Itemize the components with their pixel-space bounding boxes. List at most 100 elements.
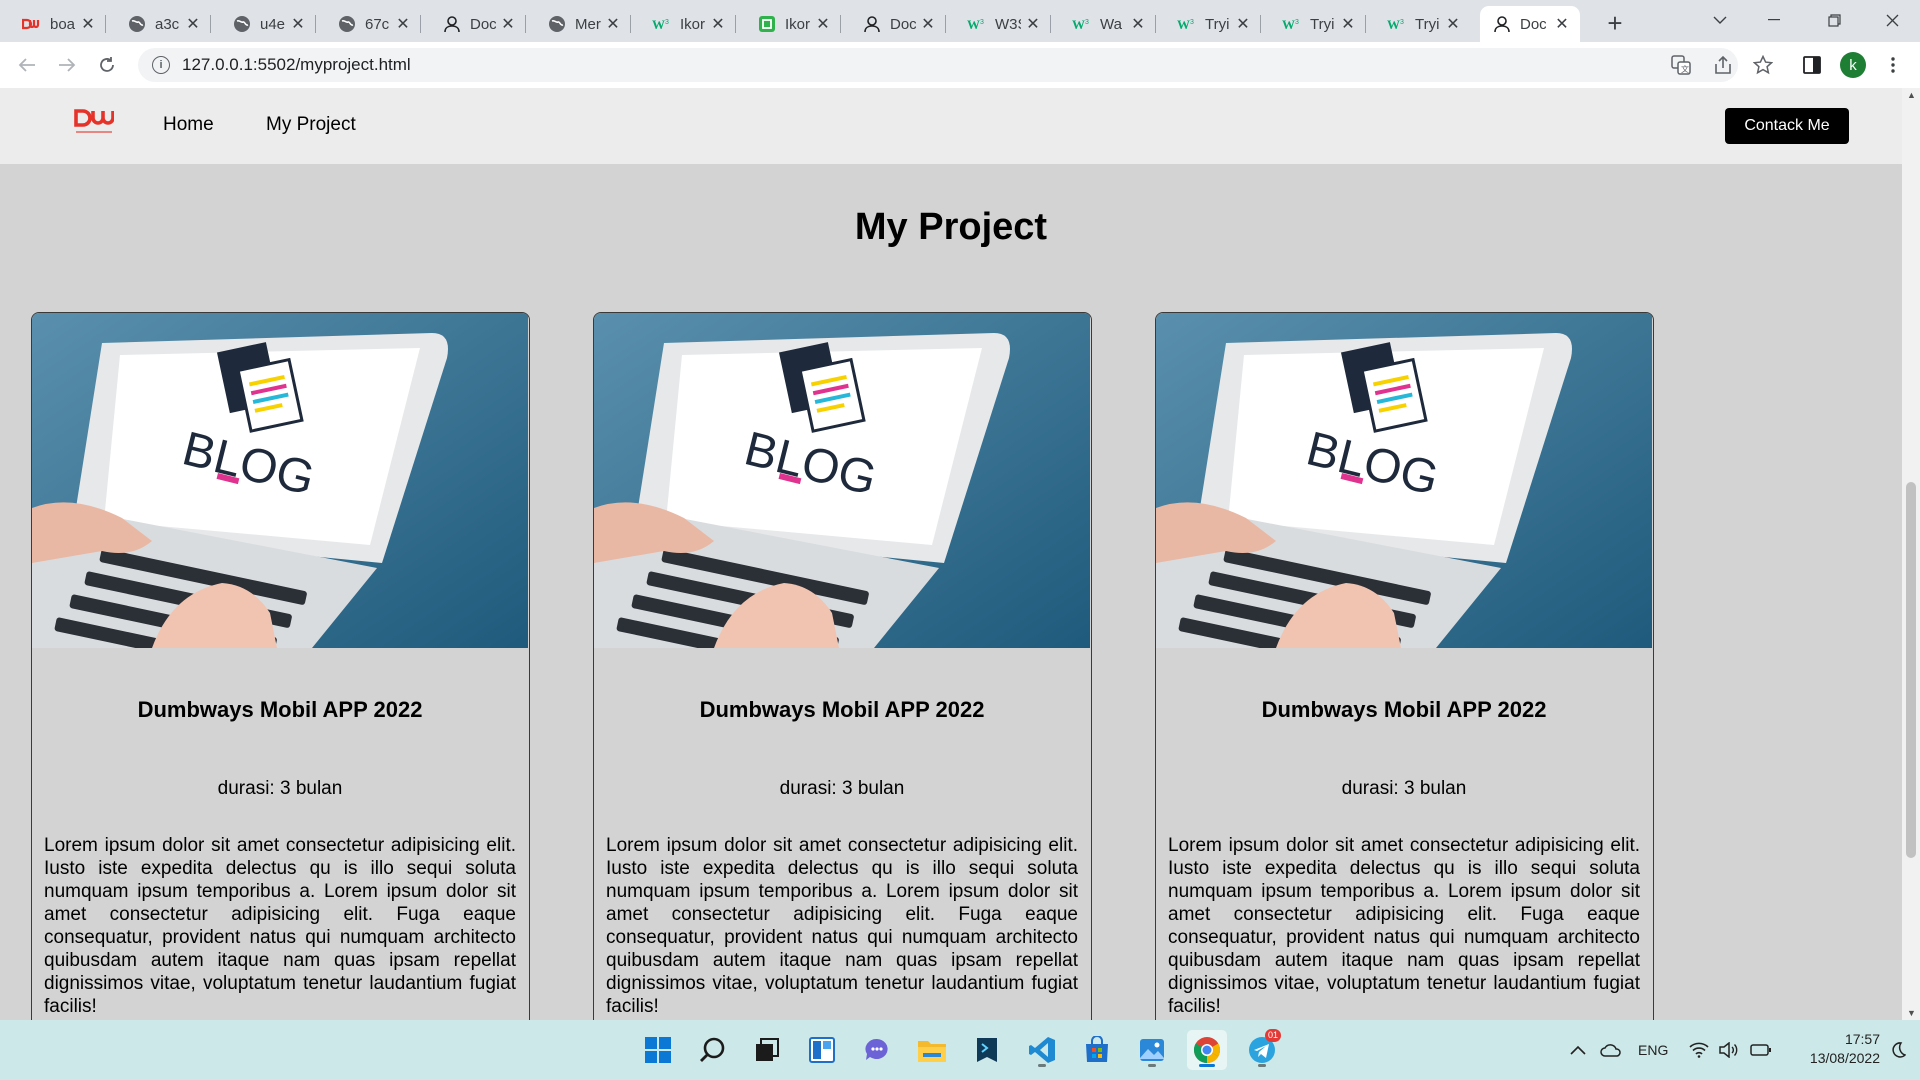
search-icon[interactable] [693, 1030, 733, 1070]
taskbar-clock[interactable]: 17:57 13/08/2022 [1786, 1030, 1880, 1068]
reload-icon[interactable] [92, 50, 122, 80]
browser-tab[interactable]: Doc ✕ [430, 6, 526, 42]
browser-tab[interactable]: W3 W3S ✕ [955, 6, 1051, 42]
scrollbar-thumb[interactable] [1906, 482, 1916, 858]
card-duration: durasi: 3 bulan [1341, 778, 1467, 799]
card-title: Dumbways Mobil APP 2022 [1261, 697, 1547, 722]
browser-tab[interactable]: Ikor ✕ [745, 6, 841, 42]
browser-tab[interactable]: Mer ✕ [535, 6, 631, 42]
omnibox[interactable]: i 127.0.0.1:5502/myproject.html [138, 48, 1738, 82]
tab-title: Doc [890, 15, 916, 33]
windows-start-icon[interactable] [638, 1030, 678, 1070]
minimize-button[interactable] [1746, 0, 1802, 40]
project-card[interactable]: BLOG Dumbways Mobil APP 2022 durasi: 3 b… [1155, 312, 1654, 1020]
svg-text:3: 3 [980, 19, 984, 26]
site-info-icon[interactable]: i [152, 56, 170, 74]
more-menu-icon[interactable] [1878, 50, 1908, 80]
telegram-icon[interactable]: 01 [1242, 1029, 1282, 1070]
task-view-icon[interactable] [747, 1030, 787, 1070]
teams-chat-icon[interactable] [857, 1030, 897, 1070]
scroll-down-arrow-icon[interactable]: ▼ [1907, 1008, 1916, 1018]
globe-icon [547, 14, 567, 34]
tab-title: Wa [1100, 15, 1122, 33]
browser-tab[interactable]: W3 Tryi ✕ [1165, 6, 1261, 42]
browser-tab[interactable]: W3 Tryi ✕ [1375, 6, 1471, 42]
nav-link-my-project[interactable]: My Project [266, 114, 356, 136]
project-card[interactable]: BLOG Dumbways Mobil APP 2022 durasi: 3 b… [593, 312, 1092, 1020]
close-tab-icon[interactable]: ✕ [500, 14, 516, 34]
close-tab-icon[interactable]: ✕ [1130, 14, 1146, 34]
close-tab-icon[interactable]: ✕ [1445, 14, 1461, 34]
close-tab-icon[interactable]: ✕ [290, 14, 306, 34]
url-text[interactable]: 127.0.0.1:5502/myproject.html [182, 55, 411, 75]
close-tab-icon[interactable]: ✕ [1235, 14, 1251, 34]
close-tab-icon[interactable]: ✕ [920, 14, 936, 34]
windows-taskbar: 01 ENG 17:57 13/08/2022 [0, 1020, 1920, 1080]
card-description: Lorem ipsum dolor sit amet consectetur a… [44, 835, 516, 1017]
restore-button[interactable] [1806, 0, 1862, 40]
nav-link-home[interactable]: Home [163, 114, 214, 136]
onedrive-cloud-icon[interactable] [1600, 1020, 1622, 1080]
share-icon[interactable] [1708, 50, 1738, 80]
active-indicator [1199, 1064, 1215, 1067]
running-indicator [1258, 1064, 1266, 1067]
terminal-icon[interactable] [967, 1030, 1007, 1070]
running-indicator [1148, 1064, 1156, 1067]
battery-icon[interactable] [1750, 1020, 1772, 1080]
close-tab-icon[interactable]: ✕ [1340, 14, 1356, 34]
profile-avatar[interactable]: k [1840, 52, 1866, 78]
translate-icon[interactable]: 文 [1666, 50, 1696, 80]
tab-title: 67c [365, 15, 390, 33]
close-window-button[interactable] [1864, 0, 1920, 40]
store-icon[interactable] [1077, 1030, 1117, 1070]
contact-button[interactable]: Contack Me [1725, 108, 1849, 144]
scroll-up-arrow-icon[interactable]: ▲ [1907, 90, 1916, 100]
w3schools-icon: W3 [1177, 14, 1197, 34]
close-tab-icon[interactable]: ✕ [395, 14, 411, 34]
notifications-moon-icon[interactable] [1890, 1020, 1906, 1080]
close-tab-icon[interactable]: ✕ [185, 14, 201, 34]
browser-tab[interactable]: W3 Ikor ✕ [640, 6, 736, 42]
show-hidden-icons-chevron-icon[interactable] [1570, 1020, 1586, 1080]
w3schools-icon: W3 [652, 14, 672, 34]
telegram-badge: 01 [1265, 1029, 1282, 1042]
language-indicator[interactable]: ENG [1638, 1020, 1668, 1080]
widgets-icon[interactable] [802, 1030, 842, 1070]
project-card[interactable]: BLOG Dumbways Mobil APP 2022 durasi: 3 b… [31, 312, 530, 1020]
svg-text:W: W [967, 17, 980, 31]
svg-text:3: 3 [1190, 19, 1194, 26]
browser-tab[interactable]: a3c ✕ [115, 6, 211, 42]
close-tab-icon[interactable]: ✕ [605, 14, 621, 34]
close-tab-icon[interactable]: ✕ [80, 14, 96, 34]
file-explorer-icon[interactable] [912, 1030, 952, 1070]
tab-title: Ikor [785, 15, 811, 33]
close-tab-icon[interactable]: ✕ [710, 14, 726, 34]
tab-title: Tryi [1415, 15, 1440, 33]
page-scrollbar[interactable]: ▲ ▼ [1902, 88, 1920, 1020]
browser-tab[interactable]: boa ✕ [10, 6, 106, 42]
running-indicator [1038, 1064, 1046, 1067]
browser-tab[interactable]: 67c ✕ [325, 6, 421, 42]
photos-icon[interactable] [1132, 1030, 1172, 1070]
browser-tab[interactable]: Doc ✕ [850, 6, 946, 42]
vscode-icon[interactable] [1022, 1030, 1062, 1070]
dumbways-icon [22, 14, 42, 34]
close-tab-icon[interactable]: ✕ [1554, 14, 1570, 34]
close-tab-icon[interactable]: ✕ [815, 14, 831, 34]
browser-tab-active[interactable]: Doc ✕ [1480, 6, 1580, 42]
new-tab-button[interactable]: + [1598, 6, 1632, 40]
browser-tab[interactable]: W3 Wa ✕ [1060, 6, 1156, 42]
dumbways-logo[interactable] [74, 108, 114, 138]
wifi-icon[interactable] [1689, 1020, 1709, 1080]
browser-tab[interactable]: W3 Tryi ✕ [1270, 6, 1366, 42]
back-arrow-icon[interactable] [12, 50, 42, 80]
tab-search-chevron-icon[interactable] [1692, 0, 1748, 40]
forward-arrow-icon[interactable] [52, 50, 82, 80]
chrome-icon[interactable] [1187, 1030, 1227, 1070]
close-tab-icon[interactable]: ✕ [1025, 14, 1041, 34]
side-panel-icon[interactable] [1797, 50, 1827, 80]
browser-tab[interactable]: u4e ✕ [220, 6, 316, 42]
blog-laptop-image: BLOG [32, 313, 528, 648]
volume-icon[interactable] [1718, 1020, 1738, 1080]
bookmark-star-icon[interactable] [1748, 50, 1778, 80]
